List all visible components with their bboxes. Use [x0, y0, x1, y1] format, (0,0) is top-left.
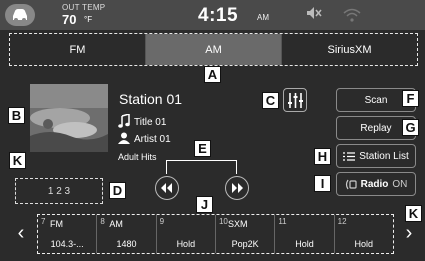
car-icon[interactable]	[5, 4, 35, 26]
track-title: Title 01	[134, 117, 167, 128]
album-art	[30, 84, 108, 152]
preset-value: 1480	[116, 239, 137, 249]
preset-number: 9	[159, 217, 165, 226]
callout-k-left: K	[9, 152, 26, 169]
preset-prev-arrow[interactable]: ‹	[10, 214, 32, 252]
source-tabs: FM AM SiriusXM	[9, 33, 418, 66]
preset-band: SXM	[227, 219, 248, 229]
preset-number: 7	[41, 217, 46, 226]
rewind-icon	[161, 183, 172, 193]
preset-button[interactable]: 8 AM 1480	[97, 215, 157, 253]
callout-h: H	[314, 148, 331, 165]
mute-icon	[306, 6, 322, 25]
preset-value: Pop2K	[231, 239, 259, 249]
radio-icon	[345, 179, 357, 190]
seek-forward-button[interactable]	[225, 176, 249, 200]
equalizer-button[interactable]	[283, 88, 307, 112]
tab-am[interactable]: AM	[146, 34, 282, 65]
preset-bar: 7 FM 104.3-... 8 AM 1480 9 Hold 10 SXM P…	[37, 214, 394, 254]
preset-button[interactable]: 9 Hold	[157, 215, 216, 253]
clock: 4:15	[198, 5, 239, 26]
person-icon	[118, 132, 130, 147]
callout-a: A	[204, 66, 221, 83]
radio-toggle-button[interactable]: Radio ON	[336, 172, 416, 196]
radio-screen: OUT TEMP 70 °F 4:15 AM FM AM SiriusXM St…	[0, 0, 425, 261]
music-note-icon	[118, 113, 130, 131]
status-bar: OUT TEMP 70 °F 4:15 AM	[0, 0, 425, 30]
station-list-label: Station List	[359, 150, 409, 162]
radio-state: ON	[392, 178, 408, 190]
preset-number: 10	[218, 217, 228, 226]
radio-label: Radio	[360, 178, 389, 190]
tab-siriusxm[interactable]: SiriusXM	[282, 34, 417, 65]
callout-e: E	[194, 140, 211, 157]
callout-c: C	[262, 92, 279, 109]
preset-button[interactable]: 10 SXM Pop2K	[216, 215, 276, 253]
wifi-icon	[343, 8, 361, 27]
callout-i: I	[314, 175, 331, 192]
callout-d: D	[109, 182, 126, 199]
callout-f: F	[402, 90, 419, 107]
station-name: Station 01	[119, 91, 183, 107]
preset-value: Hold	[354, 239, 374, 249]
callout-b: B	[8, 107, 25, 124]
preset-value: 104.3-...	[50, 239, 84, 249]
preset-button[interactable]: 12 Hold	[335, 215, 393, 253]
outside-temp-label: OUT TEMP	[62, 3, 106, 12]
preset-band: FM	[50, 219, 63, 229]
list-icon	[343, 151, 356, 161]
preset-value: Hold	[295, 239, 314, 249]
equalizer-icon	[288, 93, 303, 108]
station-list-button[interactable]: Station List	[336, 144, 416, 168]
seek-bracket	[166, 160, 237, 174]
clock-ampm: AM	[257, 13, 269, 22]
callout-g: G	[402, 119, 419, 136]
preset-number: 12	[337, 217, 347, 226]
direct-tune-button[interactable]: 1 2 3	[15, 178, 103, 204]
tab-fm[interactable]: FM	[10, 34, 146, 65]
callout-k-right: K	[405, 205, 422, 222]
preset-number: 11	[278, 217, 287, 226]
preset-button[interactable]: 7 FM 104.3-...	[38, 215, 98, 253]
seek-back-button[interactable]	[155, 176, 179, 200]
outside-temp-unit: °F	[84, 15, 93, 24]
preset-band: AM	[109, 219, 123, 229]
fast-forward-icon	[232, 183, 243, 193]
preset-button[interactable]: 11 Hold	[275, 215, 335, 253]
preset-value: Hold	[176, 239, 196, 249]
track-genre: Adult Hits	[118, 152, 157, 162]
outside-temp-value: 70	[62, 12, 77, 27]
preset-number: 8	[100, 217, 105, 226]
track-artist: Artist 01	[134, 134, 171, 145]
callout-j: J	[196, 196, 213, 213]
